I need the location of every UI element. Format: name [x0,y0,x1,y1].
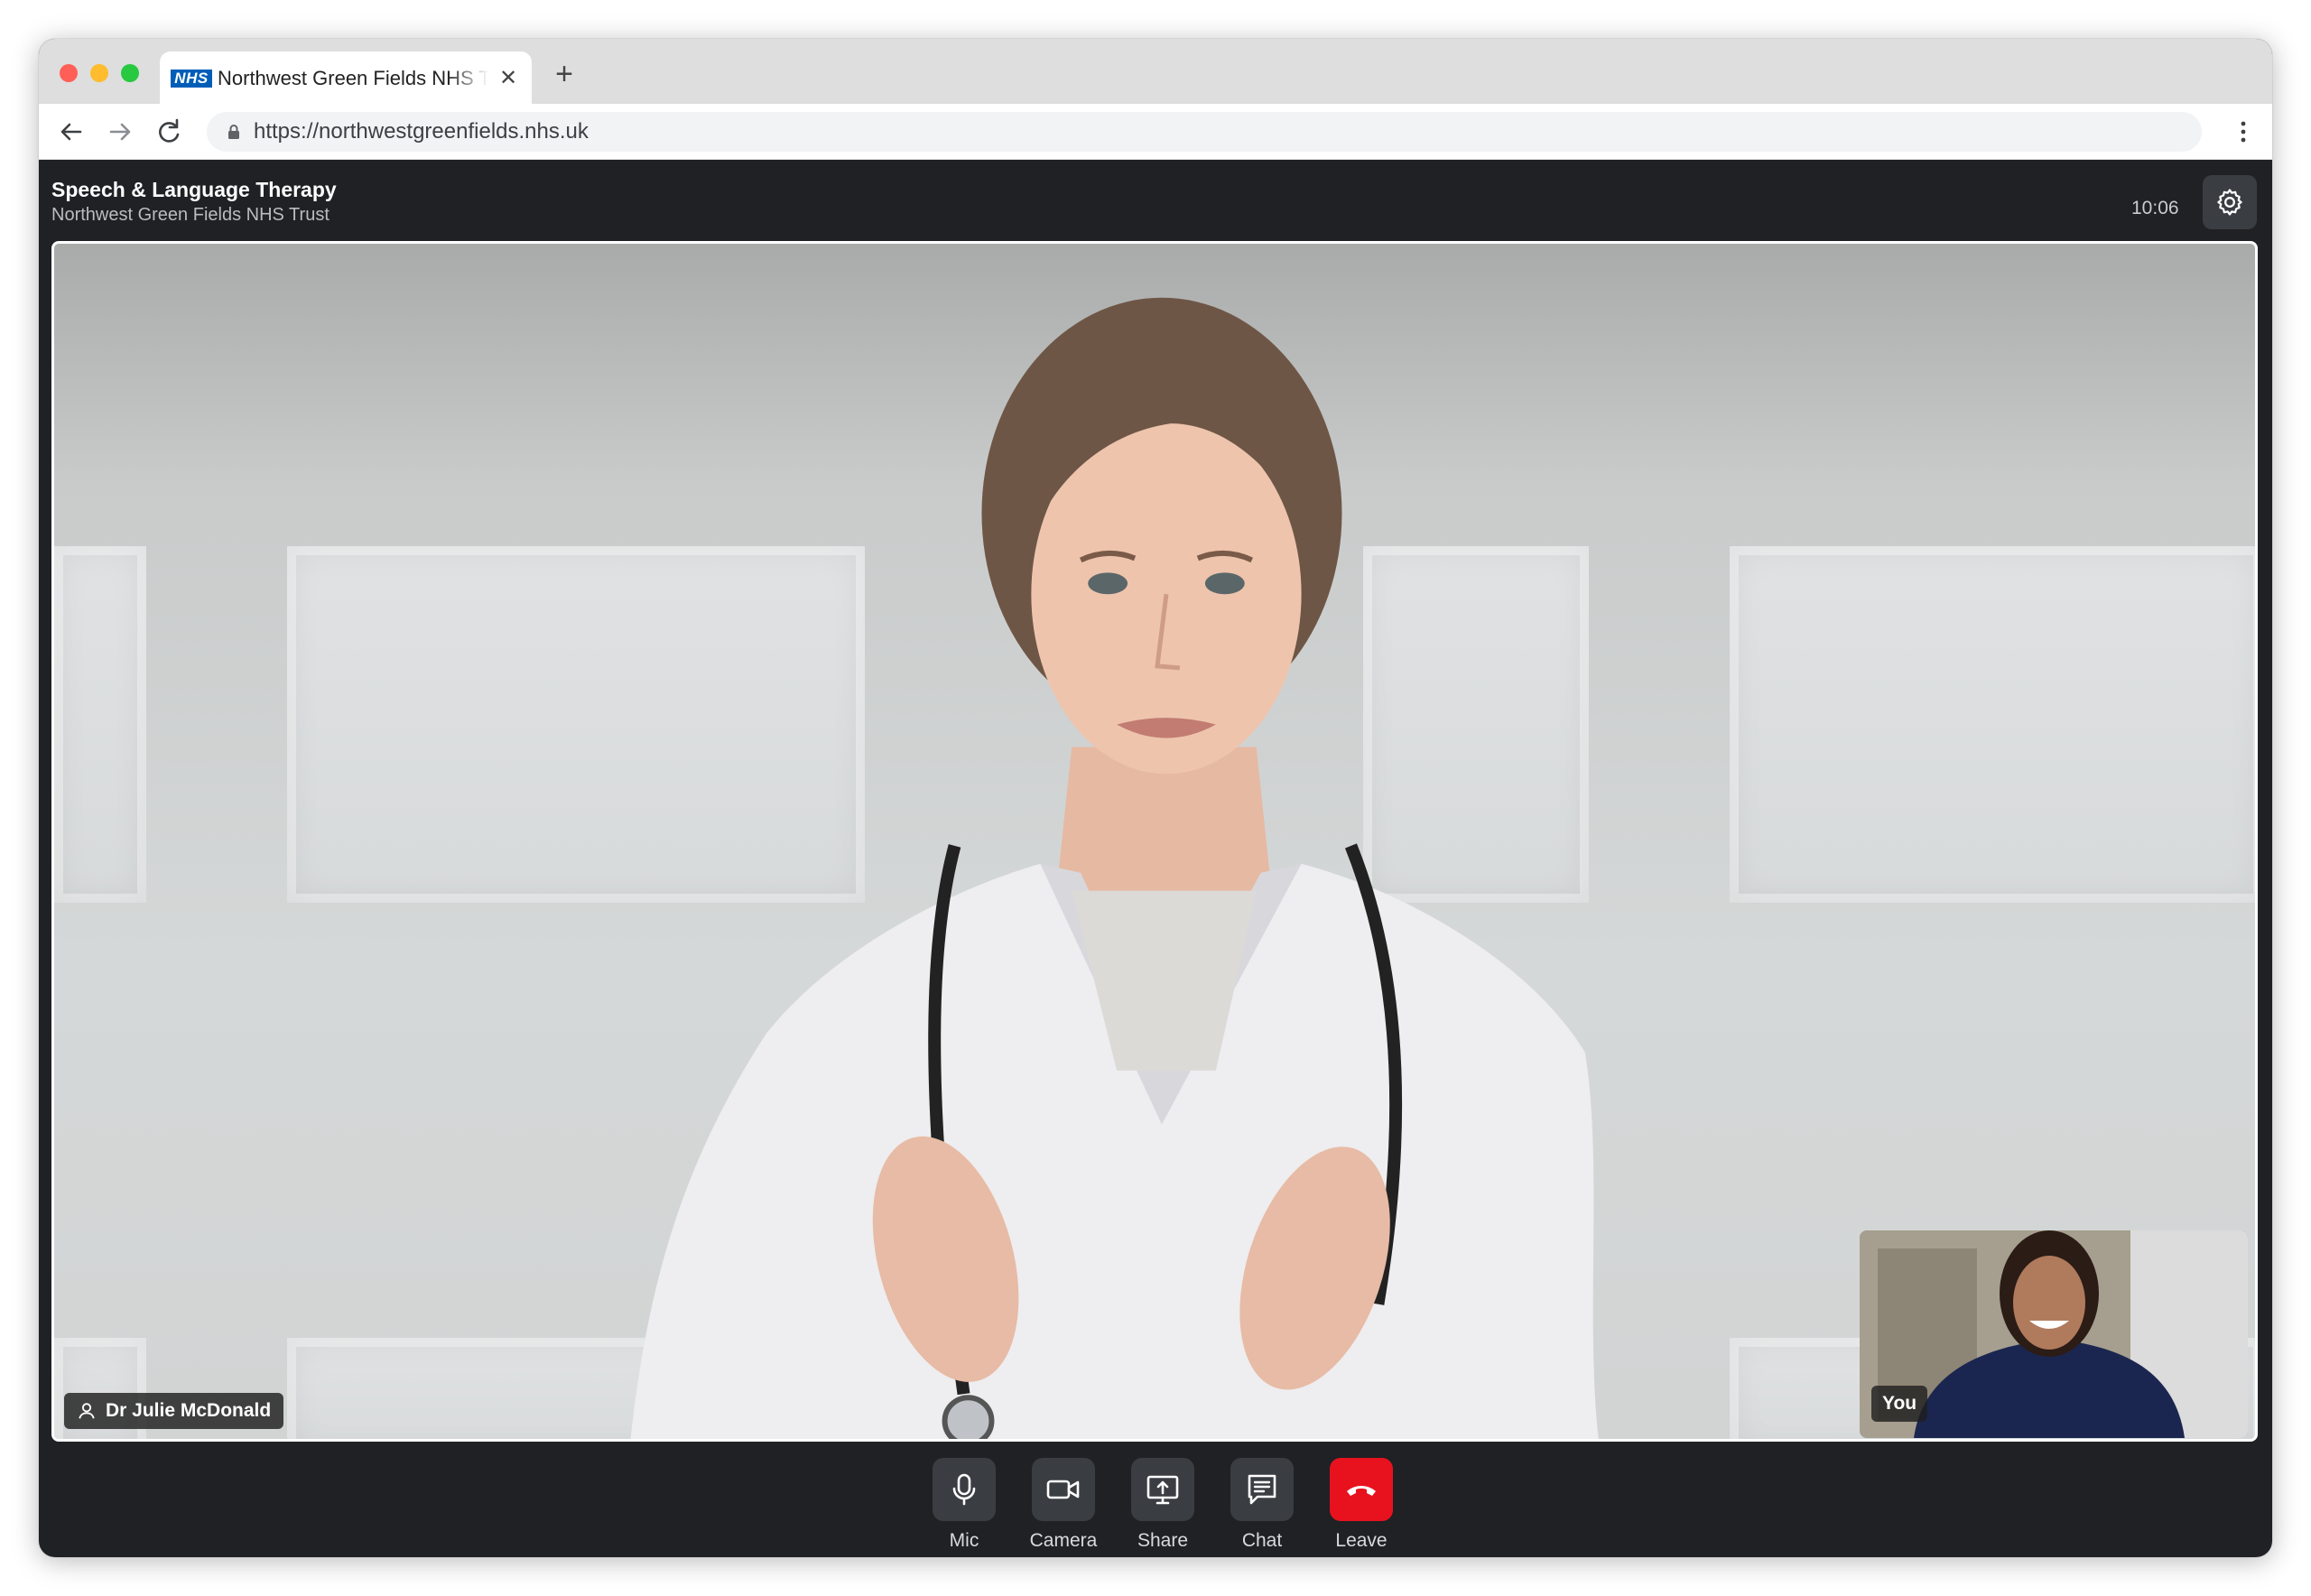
call-controls: Mic Camera Share Chat Leave [39,1452,2272,1557]
browser-toolbar: https://northwestgreenfields.nhs.uk [39,104,2272,160]
camera-button[interactable] [1032,1458,1095,1521]
url-text: https://northwestgreenfields.nhs.uk [254,119,589,144]
minimize-window-button[interactable] [90,64,108,82]
close-window-button[interactable] [60,64,78,82]
leave-call-button[interactable] [1330,1458,1393,1521]
share-label: Share [1137,1530,1189,1551]
leave-control[interactable]: Leave [1325,1458,1397,1552]
address-bar[interactable]: https://northwestgreenfields.nhs.uk [207,112,2202,152]
participant-name-tag: Dr Julie McDonald [64,1393,284,1429]
tab-strip: NHS Northwest Green Fields NHS Trust ✕ + [39,39,2272,104]
camera-control[interactable]: Camera [1027,1458,1100,1552]
lock-icon [228,125,239,139]
forward-arrow-icon[interactable] [104,116,136,148]
hang-up-icon [1347,1486,1376,1496]
browser-window: NHS Northwest Green Fields NHS Trust ✕ +… [39,39,2272,1557]
share-screen-button[interactable] [1131,1458,1194,1521]
share-control[interactable]: Share [1127,1458,1199,1552]
mic-button[interactable] [933,1458,996,1521]
call-clock: 10:06 [2131,198,2179,218]
chat-button[interactable] [1230,1458,1294,1521]
camera-label: Camera [1029,1530,1098,1551]
gear-icon [2217,189,2242,216]
video-camera-icon [1046,1480,1080,1499]
share-screen-icon [1146,1475,1179,1505]
mic-control[interactable]: Mic [928,1458,1000,1552]
nhs-logo-icon: NHS [171,70,212,88]
settings-button[interactable] [2203,175,2257,229]
tab-close-icon[interactable]: ✕ [497,67,520,90]
maximize-window-button[interactable] [121,64,139,82]
participant-name: Dr Julie McDonald [106,1400,272,1421]
chat-label: Chat [1241,1530,1283,1551]
new-tab-button[interactable]: + [549,59,580,89]
self-view-video[interactable]: You [1860,1230,2248,1438]
chat-icon [1248,1474,1276,1505]
tab-title: Northwest Green Fields NHS Trust [218,67,488,89]
browser-tab[interactable]: NHS Northwest Green Fields NHS Trust ✕ [160,51,532,104]
page-title: Speech & Language Therapy [51,178,337,201]
reload-icon[interactable] [153,116,185,148]
browser-menu-icon[interactable] [2227,116,2260,148]
chat-control[interactable]: Chat [1226,1458,1298,1552]
page-subtitle: Northwest Green Fields NHS Trust [51,205,329,225]
mic-label: Mic [949,1530,979,1551]
user-icon [79,1403,95,1419]
back-arrow-icon[interactable] [55,116,88,148]
microphone-icon [952,1473,976,1506]
self-view-label: You [1871,1386,1928,1422]
leave-label: Leave [1335,1530,1388,1551]
remote-video: Dr Julie McDonald You [51,241,2258,1442]
